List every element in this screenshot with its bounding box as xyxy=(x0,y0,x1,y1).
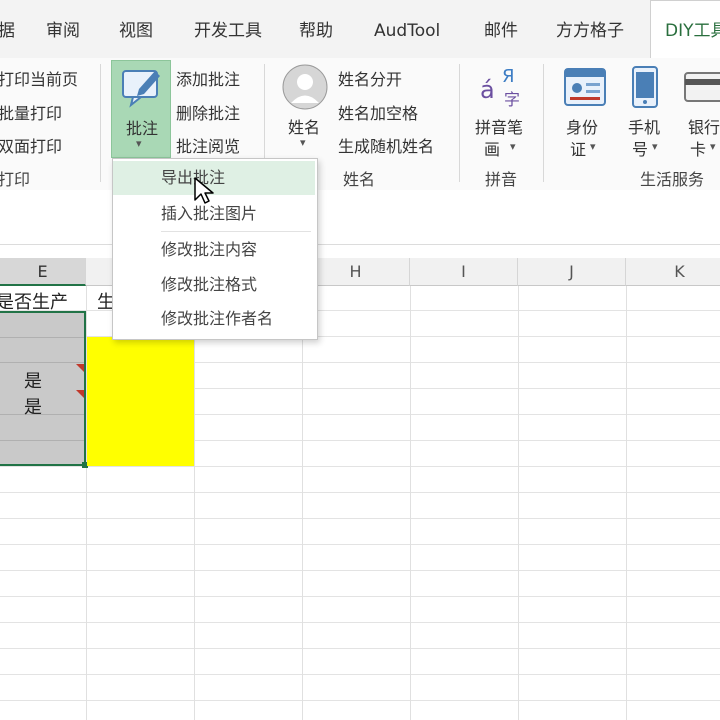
pencil-comment-icon xyxy=(122,70,160,108)
id-card-label-line1: 身份 xyxy=(566,118,599,137)
print-current-page-button[interactable]: 打印当前页 xyxy=(0,66,78,90)
group-separator xyxy=(100,64,101,182)
column-line xyxy=(194,286,195,720)
pinyin-glyph-a: á xyxy=(480,76,495,104)
row-line xyxy=(0,622,720,623)
column-line xyxy=(302,286,303,720)
cell-e-row4[interactable]: 是 xyxy=(24,367,42,393)
row-line xyxy=(0,440,84,441)
mobile-number-button[interactable]: 手机 号 ▾ xyxy=(620,60,674,159)
pinyin-glyph-zi: 字 xyxy=(504,90,521,109)
comment-marker-icon xyxy=(76,390,84,398)
tab-fangfang[interactable]: 方方格子 xyxy=(556,0,624,58)
mouse-pointer-icon xyxy=(194,177,214,204)
id-card-label-line2: 证 xyxy=(570,140,587,159)
tab-review[interactable]: 审阅 xyxy=(46,0,80,58)
row-line xyxy=(0,570,720,571)
column-line xyxy=(518,286,519,720)
row-line xyxy=(0,362,84,363)
spreadsheet-grid[interactable]: E H I J K 是否生产 生 是 是 xyxy=(0,258,720,720)
bank-card-label-line2: 卡 xyxy=(690,140,707,158)
chevron-down-icon: ▾ xyxy=(590,140,596,153)
tab-view[interactable]: 视图 xyxy=(119,0,153,58)
tab-data[interactable]: 据 xyxy=(0,0,15,58)
view-comment-button[interactable]: 批注阅览 xyxy=(176,133,240,157)
menu-item-edit-comment-content[interactable]: 修改批注内容 xyxy=(113,233,315,267)
cell-e-row5[interactable]: 是 xyxy=(24,393,42,419)
chevron-down-icon: ▾ xyxy=(510,140,516,153)
chevron-down-icon: ▾ xyxy=(300,136,306,149)
row-line xyxy=(0,337,84,338)
column-line xyxy=(410,286,411,720)
ribbon-tab-bar: 据 审阅 视图 开发工具 帮助 AudTool 邮件 方方格子 DIY工具 xyxy=(0,0,720,59)
bank-card-button[interactable]: 银行 卡 ▾ xyxy=(680,60,720,158)
name-split-button[interactable]: 姓名 ▾ xyxy=(278,60,334,158)
menu-item-edit-comment-format[interactable]: 修改批注格式 xyxy=(113,268,315,302)
delete-comment-button[interactable]: 删除批注 xyxy=(176,100,240,124)
add-comment-button[interactable]: 添加批注 xyxy=(176,66,240,90)
yellow-highlight-range[interactable] xyxy=(87,337,194,466)
batch-print-button[interactable]: 批量打印 xyxy=(0,100,62,124)
pinyin-button-label-line2: 画 xyxy=(484,140,501,159)
chevron-down-icon: ▾ xyxy=(652,140,658,153)
row-line xyxy=(0,648,720,649)
tab-help[interactable]: 帮助 xyxy=(299,0,333,58)
column-header-i[interactable]: I xyxy=(410,258,518,286)
row-line xyxy=(0,596,720,597)
column-header-k[interactable]: K xyxy=(626,258,720,286)
chevron-down-icon: ▾ xyxy=(136,137,142,150)
column-line xyxy=(626,286,627,720)
pinyin-button-label-line1: 拼音笔 xyxy=(475,118,524,137)
name-group-label: 姓名 xyxy=(343,170,376,189)
row-line xyxy=(0,674,720,675)
tab-developer[interactable]: 开发工具 xyxy=(194,0,262,58)
row-line xyxy=(0,414,84,415)
group-separator xyxy=(543,64,544,182)
split-name-button[interactable]: 姓名分开 xyxy=(338,66,402,90)
menu-item-edit-comment-author[interactable]: 修改批注作者名 xyxy=(113,302,315,336)
pinyin-group-label: 拼音 xyxy=(485,170,518,189)
id-card-button[interactable]: 身份 证 ▾ xyxy=(558,60,612,159)
mobile-label-line2: 号 xyxy=(632,140,649,159)
tab-audtool[interactable]: AudTool xyxy=(374,0,440,58)
tab-diy-tools[interactable]: DIY工具 xyxy=(650,0,720,58)
selected-range-e[interactable] xyxy=(0,311,86,466)
column-header-j[interactable]: J xyxy=(518,258,626,286)
comment-button-label: 批注 xyxy=(126,119,159,138)
comment-split-button[interactable]: 批注 ▾ xyxy=(111,60,171,158)
pinyin-strokes-button[interactable]: á Я 字 拼音笔 画 ▾ xyxy=(472,60,530,159)
row-line xyxy=(0,544,720,545)
name-button-label: 姓名 xyxy=(288,118,321,137)
random-name-button[interactable]: 生成随机姓名 xyxy=(338,133,434,157)
comment-marker-icon xyxy=(76,364,84,372)
bank-card-label-line1: 银行 xyxy=(688,118,720,137)
person-avatar-icon xyxy=(282,64,328,110)
life-services-group-label: 生活服务 xyxy=(640,170,705,189)
row-line xyxy=(0,700,720,701)
mobile-phone-icon xyxy=(632,66,658,108)
menu-divider xyxy=(161,231,311,232)
tab-mail[interactable]: 邮件 xyxy=(484,0,518,58)
print-group-label: 打印 xyxy=(0,170,31,189)
mobile-label-line1: 手机 xyxy=(628,118,661,137)
pinyin-glyph-ya: Я xyxy=(502,66,515,87)
row-line xyxy=(0,466,720,467)
duplex-print-button[interactable]: 双面打印 xyxy=(0,133,62,157)
bank-card-icon xyxy=(684,72,720,102)
formula-bar-area xyxy=(0,190,720,245)
group-separator xyxy=(459,64,460,182)
pinyin-icon: á Я 字 xyxy=(480,66,524,109)
chevron-down-icon: ▾ xyxy=(710,140,716,153)
row-line xyxy=(0,492,720,493)
column-header-h[interactable]: H xyxy=(302,258,410,286)
name-add-space-button[interactable]: 姓名加空格 xyxy=(338,100,418,124)
id-card-icon xyxy=(564,68,606,106)
ribbon: 打印当前页 批量打印 双面打印 打印 批注 ▾ 添加批注 删除批注 批注阅览 姓… xyxy=(0,58,720,191)
row-line xyxy=(0,518,720,519)
column-header-e[interactable]: E xyxy=(0,258,86,286)
comment-dropdown-menu: 导出批注 插入批注图片 修改批注内容 修改批注格式 修改批注作者名 xyxy=(112,158,318,340)
